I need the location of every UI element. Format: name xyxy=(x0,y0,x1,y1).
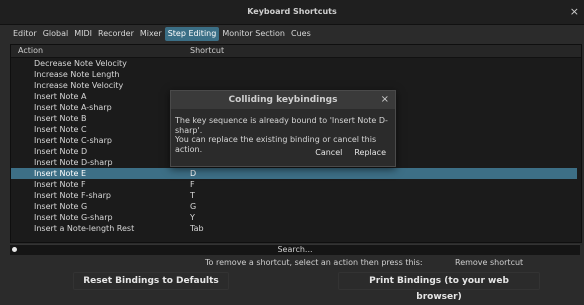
tab-editor[interactable]: Editor xyxy=(10,27,40,41)
column-header-shortcut[interactable]: Shortcut xyxy=(190,45,224,57)
table-row[interactable]: Increase Note Length xyxy=(11,69,581,80)
action-cell: Insert Note F xyxy=(34,180,86,189)
tab-cues[interactable]: Cues xyxy=(288,27,314,41)
table-row[interactable]: Insert Note F-sharp T xyxy=(11,190,581,201)
cancel-button[interactable]: Cancel xyxy=(312,147,346,159)
dialog-message: The key sequence is already bound to 'In… xyxy=(175,116,388,135)
tab-step-editing[interactable]: Step Editing xyxy=(164,27,220,41)
shortcut-cell: G xyxy=(190,202,197,211)
title-bar: Keyboard Shortcuts × xyxy=(0,0,584,25)
action-cell: Insert Note B xyxy=(34,114,87,123)
action-cell: Insert Note C-sharp xyxy=(34,136,112,145)
action-cell: Increase Note Velocity xyxy=(34,81,124,90)
dialog-title: Colliding keybindings xyxy=(171,91,395,109)
tab-mixer[interactable]: Mixer xyxy=(137,27,165,41)
close-icon[interactable]: × xyxy=(381,91,389,109)
action-cell: Insert Note D-sharp xyxy=(34,158,113,167)
action-cell: Increase Note Length xyxy=(34,70,120,79)
dialog-buttons: Cancel Replace xyxy=(312,147,389,159)
close-icon[interactable]: × xyxy=(570,0,579,24)
tab-bar: Editor Global MIDI Recorder Mixer Step E… xyxy=(10,27,314,41)
search-placeholder: Search... xyxy=(277,245,313,254)
action-cell: Insert a Note-length Rest xyxy=(34,224,135,233)
tab-recorder[interactable]: Recorder xyxy=(95,27,137,41)
tab-midi[interactable]: MIDI xyxy=(71,27,95,41)
shortcut-cell: T xyxy=(190,191,195,200)
remove-hint-text: To remove a shortcut, select an action t… xyxy=(205,258,423,267)
action-cell: Insert Note A-sharp xyxy=(34,103,112,112)
table-row[interactable]: Insert Note G-sharp Y xyxy=(11,212,581,223)
action-cell: Insert Note A xyxy=(34,92,87,101)
action-cell: Decrease Note Velocity xyxy=(34,59,127,68)
search-field[interactable]: Search... xyxy=(10,244,580,255)
window-title: Keyboard Shortcuts xyxy=(247,7,337,16)
action-cell: Insert Note D xyxy=(34,147,88,156)
shortcut-cell: Y xyxy=(190,213,195,222)
shortcut-cell: F xyxy=(190,180,195,189)
column-header-action[interactable]: Action xyxy=(18,45,43,57)
colliding-keybindings-dialog: Colliding keybindings × The key sequence… xyxy=(170,90,396,167)
list-header: Action Shortcut xyxy=(11,45,581,58)
action-cell: Insert Note C xyxy=(34,125,87,134)
shortcut-cell: D xyxy=(190,169,197,178)
action-cell: Insert Note G xyxy=(34,202,88,211)
table-row[interactable]: Insert Note G G xyxy=(11,201,581,212)
reset-bindings-button[interactable]: Reset Bindings to Defaults xyxy=(73,272,229,290)
replace-button[interactable]: Replace xyxy=(351,147,389,159)
tab-monitor-section[interactable]: Monitor Section xyxy=(219,27,288,41)
table-row[interactable]: Decrease Note Velocity xyxy=(11,58,581,69)
shortcut-cell: Tab xyxy=(190,224,204,233)
list-scrollbar[interactable] xyxy=(577,58,581,238)
remove-shortcut-button[interactable]: Remove shortcut xyxy=(455,258,523,268)
action-cell: Insert Note E xyxy=(34,169,87,178)
tab-global[interactable]: Global xyxy=(40,27,72,41)
table-row[interactable]: Insert Note F F xyxy=(11,179,581,190)
table-row[interactable]: Insert a Note-length Rest Tab xyxy=(11,223,581,234)
action-cell: Insert Note F-sharp xyxy=(34,191,111,200)
table-row-selected[interactable]: Insert Note E D xyxy=(11,168,581,179)
print-bindings-button[interactable]: Print Bindings (to your web browser) xyxy=(338,272,540,302)
action-cell: Insert Note G-sharp xyxy=(34,213,113,222)
